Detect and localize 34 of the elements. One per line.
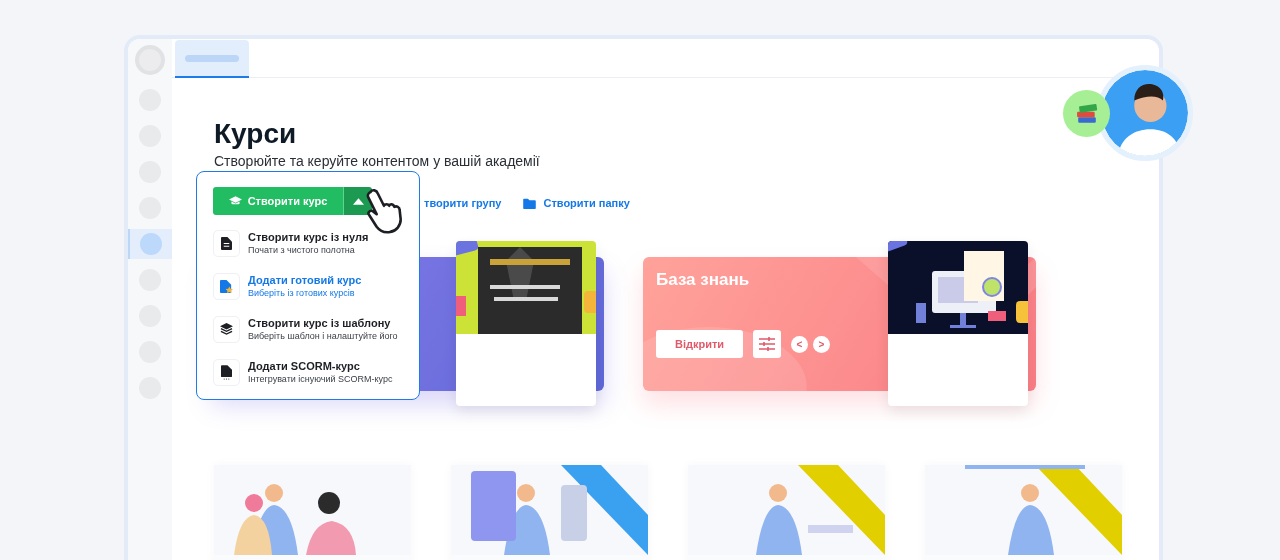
- sliders-icon: [759, 337, 775, 351]
- caret-icon: [352, 197, 364, 205]
- sidebar-icon[interactable]: [140, 233, 162, 255]
- document-icon: [221, 236, 232, 250]
- menu-item[interactable]: Додати готовий курс Виберіть із готових курсів: [213, 272, 409, 300]
- file-icon: [221, 364, 232, 380]
- action-link[interactable]: творити групу: [424, 195, 502, 211]
- document-star-icon: [220, 279, 233, 293]
- action-link[interactable]: Створити папку: [523, 195, 630, 211]
- page-subtitle: Створюйте та керуйте контентом у вашій академії: [214, 153, 541, 169]
- books-icon: [1075, 103, 1098, 124]
- menu-item-title: Додати готовий курс: [248, 274, 362, 286]
- tab[interactable]: [175, 40, 249, 78]
- layers-icon: [220, 323, 233, 335]
- menu-item-hint: Інтегрувати існуючий SCORM-курс: [248, 374, 393, 384]
- previous-button[interactable]: <: [791, 335, 808, 353]
- menu-item-title: Створити курс із шаблону: [248, 317, 392, 329]
- menu-item-title: Додати SCORM-курс: [248, 360, 361, 372]
- page-title: Курси: [214, 118, 298, 150]
- filter-button[interactable]: [753, 330, 781, 358]
- menu-item[interactable]: Додати SCORM-курс Інтегрувати існуючий SCORM-курс: [213, 358, 409, 386]
- menu-item-hint: Виберіть із готових курсів: [248, 288, 356, 298]
- folder-icon: [523, 197, 537, 209]
- menu-item-hint: Почати з чистого полотна: [248, 245, 356, 255]
- next-button[interactable]: >: [813, 335, 830, 353]
- dropdown-toggle[interactable]: [344, 187, 372, 215]
- open-button[interactable]: Відкрити: [656, 330, 743, 358]
- card-title: База знань: [655, 269, 751, 290]
- create-course-button[interactable]: Створити курс: [213, 187, 344, 215]
- menu-item[interactable]: Створити курс із нуля Почати з чистого полотна: [213, 229, 409, 257]
- menu-item[interactable]: Створити курс із шаблону Виберіть шаблон і налаштуйте його: [213, 315, 409, 343]
- graduation-cap-icon: [228, 196, 242, 206]
- menu-item-hint: Виберіть шаблон і налаштуйте його: [248, 331, 398, 341]
- menu-item-title: Створити курс із нуля: [248, 231, 369, 243]
